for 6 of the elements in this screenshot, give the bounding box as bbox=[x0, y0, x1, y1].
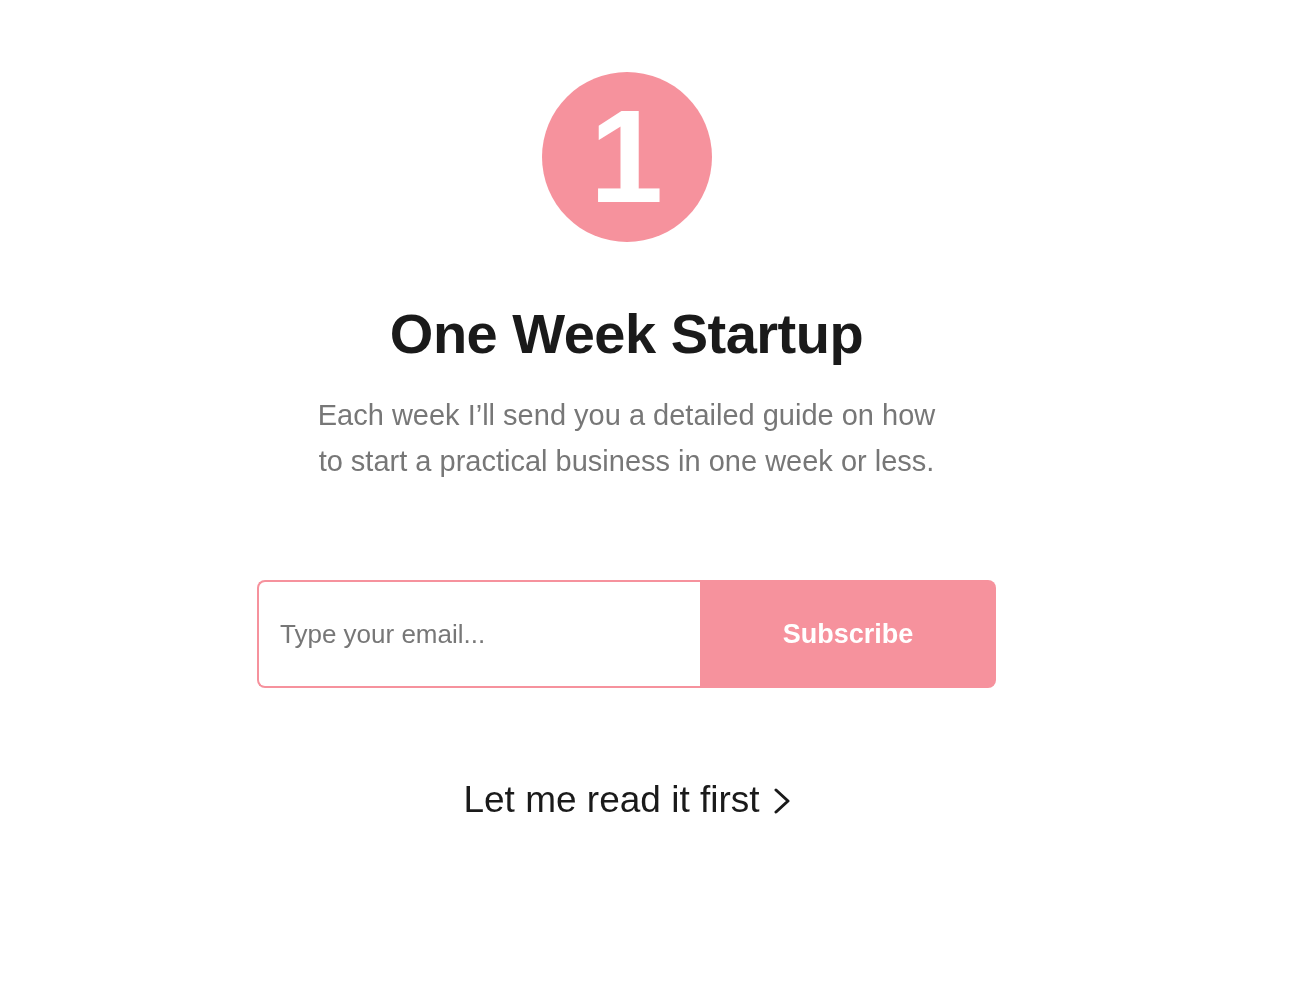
page-title: One Week Startup bbox=[389, 301, 864, 367]
badge-number: 1 bbox=[589, 91, 664, 223]
description-text: Each week I’ll send you a detailed guide on how to start a practical business in one week or less. bbox=[316, 398, 937, 479]
email-field[interactable]: Type your email... bbox=[257, 580, 700, 688]
read-first-link[interactable]: Let me read it first bbox=[463, 776, 790, 824]
chevron-right-icon bbox=[773, 788, 790, 814]
